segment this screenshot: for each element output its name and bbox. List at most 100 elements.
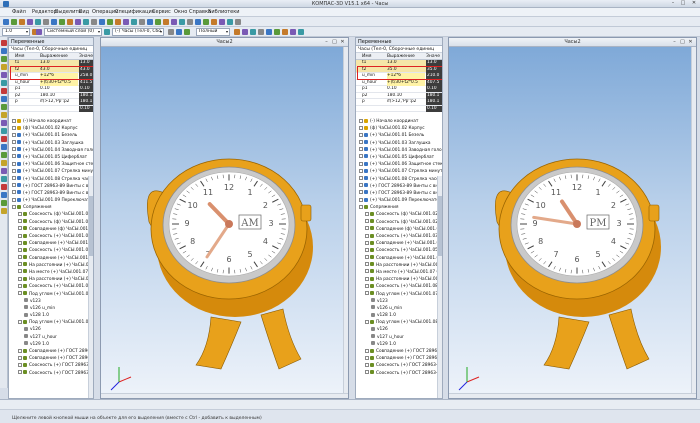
expand-icon[interactable] (12, 168, 16, 173)
horizontal-scrollbar[interactable] (101, 393, 348, 398)
expand-icon[interactable] (365, 269, 369, 274)
panel-selector[interactable]: Часы (Тел-0, Сборочные единиц (356, 46, 442, 53)
expand-icon[interactable] (18, 211, 22, 216)
tree-item[interactable]: (+) ЧаСЫ.001.06 Защитное стекло (356, 161, 442, 168)
tree-item[interactable]: (+) ЧаСЫ.001.08 Стрелка часовая (9, 176, 93, 183)
toolbar-button-icon[interactable] (59, 19, 65, 25)
toolbar-button-icon[interactable] (168, 29, 174, 35)
toolbar-button-icon[interactable] (227, 19, 233, 25)
expand-icon[interactable] (18, 247, 22, 252)
expand-icon[interactable] (365, 370, 369, 375)
expand-icon[interactable] (365, 240, 369, 245)
toolbar-button-icon[interactable] (67, 19, 73, 25)
tree-item[interactable]: v128 1.0 (356, 312, 442, 319)
toolbar-button-icon[interactable] (3, 19, 9, 25)
toolbar-button-icon[interactable] (258, 29, 264, 35)
tree-item[interactable]: (+) ЧаСЫ.001.03 Заглушка (9, 140, 93, 147)
tree-item[interactable]: (+) ГОСТ 28963-89 Винты с внутр. ш (356, 190, 442, 197)
toolbar-button-icon[interactable] (123, 19, 129, 25)
tree-item[interactable]: Под углом (+) ЧаСЫ.001.08 Стр (356, 319, 442, 326)
layer-combo[interactable]: Системный слой (0) ▾ (44, 28, 102, 36)
document-part-combo[interactable]: (-) Часы (Тел-0, Сбо ▾ (112, 28, 164, 36)
tree-item[interactable]: На расстоянии (+) ЧаСЫ.001.07 (356, 262, 442, 269)
tree-item[interactable]: Совпадение (ф) ЧаСЫ.001.02 Кор (356, 226, 442, 233)
tree-item[interactable]: На месте (+) ЧаСЫ.001.07 Стре (9, 269, 93, 276)
close-icon[interactable]: ✕ (689, 0, 699, 7)
compact-tool-icon[interactable] (1, 88, 7, 94)
menu-item[interactable]: Окно (174, 9, 187, 15)
toolbar-button-icon[interactable] (43, 19, 49, 25)
tree-item[interactable]: Соосность (+) ЧаСЫ.001.03 Заг (356, 233, 442, 240)
toolbar-button-icon[interactable] (163, 19, 169, 25)
tree-item[interactable]: (+) ЧаСЫ.001.06 Защитное стекло (9, 161, 93, 168)
expand-icon[interactable] (359, 125, 363, 130)
expand-icon[interactable] (12, 118, 16, 123)
compact-tool-icon[interactable] (1, 104, 7, 110)
toolbar-button-icon[interactable] (187, 19, 193, 25)
toolbar-button-icon[interactable] (274, 29, 280, 35)
compact-tool-icon[interactable] (1, 144, 7, 150)
compact-tool-icon[interactable] (1, 120, 7, 126)
minimize-icon[interactable]: – (671, 39, 678, 45)
toolbar-button-icon[interactable] (171, 19, 177, 25)
menu-item[interactable]: Спецификация (115, 9, 155, 15)
tree-item[interactable]: (+) ЧаСЫ.001.09 Переключатель (356, 197, 442, 204)
compact-tool-icon[interactable] (1, 136, 7, 142)
variable-expression[interactable]: 0.10 (387, 86, 425, 92)
tree-item[interactable]: Соосность (+) ЧаСЫ.001.05 Циф (356, 247, 442, 254)
toolbar-button-icon[interactable] (99, 19, 105, 25)
toolbar-button-icon[interactable] (139, 19, 145, 25)
expand-icon[interactable] (12, 161, 16, 166)
expand-icon[interactable] (12, 140, 16, 145)
expand-icon[interactable] (12, 154, 16, 159)
tree-item[interactable]: v129 1.0 (9, 341, 93, 348)
tree-item[interactable]: Совпадение (+) ЧаСЫ.001.04 Зав (356, 240, 442, 247)
toolbar-button-icon[interactable] (211, 19, 217, 25)
expand-icon[interactable] (12, 204, 16, 209)
toolbar-button-icon[interactable] (195, 19, 201, 25)
tree-item[interactable]: Соосность (ф) ЧаСЫ.001.02 Кор (356, 211, 442, 218)
tree-item[interactable]: v126 u_min (356, 305, 442, 312)
toolbar-button-icon[interactable] (83, 19, 89, 25)
expand-icon[interactable] (18, 269, 22, 274)
expand-icon[interactable] (18, 262, 22, 267)
expand-icon[interactable] (18, 276, 22, 281)
variable-expression[interactable]: if(>12,'Pp':p2 (387, 99, 425, 105)
toolbar-button-icon[interactable] (104, 29, 110, 35)
expand-icon[interactable] (12, 125, 16, 130)
expand-icon[interactable] (12, 132, 16, 137)
compact-tool-icon[interactable] (1, 184, 7, 190)
toolbar-button-icon[interactable] (282, 29, 288, 35)
tree-scrollbar[interactable] (437, 176, 442, 398)
expand-icon[interactable] (359, 168, 363, 173)
expand-icon[interactable] (365, 355, 369, 360)
tree-item[interactable]: (+) ЧаСЫ.001.09 Переключатель (9, 197, 93, 204)
tree-item[interactable]: Под углом (+) ЧаСЫ.001.07 Стр (9, 291, 93, 298)
tree-item[interactable]: Соосность (+) ЧаСЫ.001.08 Стр (356, 283, 442, 290)
tree-item[interactable]: (+) ЧаСЫ.001.01 Безель (356, 132, 442, 139)
tree-item[interactable]: Соосность (+) ЧаСЫ.001.05 Циф (9, 247, 93, 254)
tree-item[interactable]: (+) ЧаСЫ.001.01 Безель (9, 132, 93, 139)
tree-item[interactable]: Соосность (ф) ЧаСЫ.001.02 Кор (9, 211, 93, 218)
tree-item[interactable]: Совпадение (+) ЧаСЫ.001.06 Защ (9, 255, 93, 262)
tree-item[interactable]: Соосность (+) ЧаСЫ.001.03 Заг (9, 233, 93, 240)
menu-item[interactable]: Файл (12, 9, 26, 15)
expand-icon[interactable] (359, 132, 363, 137)
expand-icon[interactable] (365, 255, 369, 260)
expand-icon[interactable] (18, 291, 22, 295)
variable-expression[interactable]: 180.10 (387, 93, 425, 99)
expand-icon[interactable] (18, 348, 22, 353)
expand-icon[interactable] (359, 190, 363, 195)
tree-item[interactable]: Соосность (+) ГОСТ 28963-89 В (356, 362, 442, 369)
expand-icon[interactable] (12, 176, 16, 180)
tree-item[interactable]: (ф) ЧаСЫ.001.02 Корпус (9, 125, 93, 132)
tree-item[interactable]: На месте (+) ЧаСЫ.001.07 Стре (356, 269, 442, 276)
expand-icon[interactable] (365, 319, 369, 324)
tree-item[interactable]: (+) ЧаСЫ.001.05 Циферблат (356, 154, 442, 161)
tree-item[interactable]: На расстоянии (+) ЧаСЫ.001.07 (9, 262, 93, 269)
tree-item[interactable]: Совпадение (+) ГОСТ 28963-89 В (9, 348, 93, 355)
tree-item[interactable]: v123 (356, 298, 442, 305)
tree-item[interactable]: v126 (9, 326, 93, 333)
expand-icon[interactable] (365, 219, 369, 224)
menu-item[interactable]: Библиотеки (208, 9, 240, 15)
